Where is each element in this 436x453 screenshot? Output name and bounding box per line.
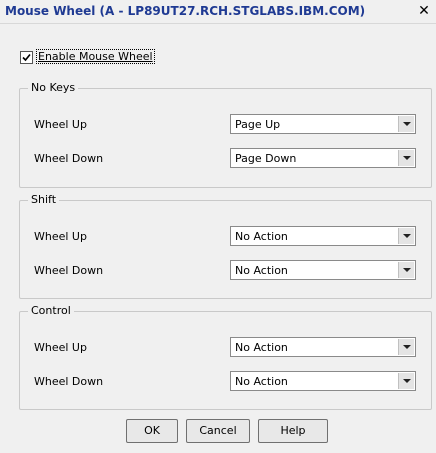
wheel-up-label: Wheel Up [34, 230, 87, 243]
dropdown-arrow-icon[interactable] [398, 262, 414, 278]
dropdown-arrow-icon[interactable] [398, 116, 414, 132]
group-title: No Keys [28, 81, 79, 94]
group-shift: Shift Wheel Up No Action Wheel Down No A… [19, 193, 432, 299]
select-value: No Action [235, 264, 288, 277]
wheel-up-label: Wheel Up [34, 341, 87, 354]
wheel-down-label: Wheel Down [34, 264, 104, 277]
dropdown-arrow-icon[interactable] [398, 228, 414, 244]
select-value: Page Down [235, 152, 297, 165]
wheel-down-label: Wheel Down [34, 375, 104, 388]
dropdown-arrow-icon[interactable] [398, 339, 414, 355]
help-button[interactable]: Help [258, 419, 328, 443]
shift-wheel-up-select[interactable]: No Action [230, 226, 416, 246]
select-value: Page Up [235, 118, 281, 131]
wheel-up-label: Wheel Up [34, 118, 87, 131]
close-icon[interactable]: ✕ [416, 4, 432, 19]
select-value: No Action [235, 230, 288, 243]
title-bar: Mouse Wheel (A - LP89UT27.RCH.STGLABS.IB… [0, 0, 436, 24]
shift-wheel-down-select[interactable]: No Action [230, 260, 416, 280]
wheel-down-label: Wheel Down [34, 152, 104, 165]
dropdown-arrow-icon[interactable] [398, 150, 414, 166]
enable-mouse-wheel-checkbox[interactable] [20, 51, 33, 64]
group-no-keys: No Keys Wheel Up Page Up Wheel Down Page… [19, 81, 432, 188]
ok-button[interactable]: OK [126, 419, 178, 443]
select-value: No Action [235, 341, 288, 354]
select-value: No Action [235, 375, 288, 388]
control-wheel-up-select[interactable]: No Action [230, 337, 416, 357]
no-keys-wheel-down-select[interactable]: Page Down [230, 148, 416, 168]
enable-mouse-wheel-label[interactable]: Enable Mouse Wheel [36, 49, 155, 64]
cancel-button[interactable]: Cancel [186, 419, 250, 443]
no-keys-wheel-up-select[interactable]: Page Up [230, 114, 416, 134]
group-control: Control Wheel Up No Action Wheel Down No… [19, 304, 432, 410]
window-title: Mouse Wheel (A - LP89UT27.RCH.STGLABS.IB… [5, 4, 366, 18]
control-wheel-down-select[interactable]: No Action [230, 371, 416, 391]
check-icon [22, 53, 31, 62]
dropdown-arrow-icon[interactable] [398, 373, 414, 389]
group-title: Shift [28, 193, 60, 206]
group-title: Control [28, 304, 74, 317]
